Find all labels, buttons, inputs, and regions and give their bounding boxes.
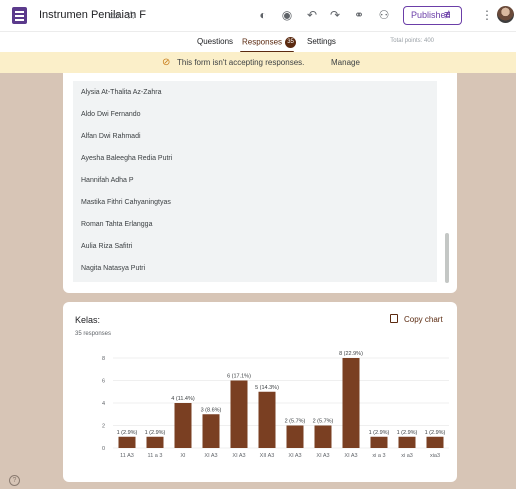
chart-bar [174,403,192,448]
bar-data-label: 8 (22.9%) [339,351,363,357]
preview-eye-icon[interactable]: ◉ [280,8,294,22]
link-icon[interactable]: ⚭ [352,8,366,22]
undo-icon[interactable]: ↶ [305,8,319,22]
chart-bar [370,436,388,448]
avatar[interactable] [497,6,514,23]
names-response-card: Alysia At-Thalita Az-Zahra Aldo Dwi Fern… [63,73,457,293]
published-button[interactable]: Published ≢ [403,6,462,25]
responses-count-badge: 35 [285,37,297,48]
responses-closed-banner: ⊘ This form isn't accepting responses. M… [0,52,516,73]
copy-chart-button[interactable]: Copy chart [390,314,443,324]
tab-responses-label: Responses [242,37,283,47]
list-item-text: Hannifah Adha P [81,177,134,184]
response-count: 35 responses [75,331,112,337]
x-category-label: 11 a 3 [148,453,163,459]
list-item-text: Aulia Riza Safitri [81,243,133,250]
list-item-text: Aldo Dwi Fernando [81,111,141,118]
chart-bar [398,436,416,448]
help-icon[interactable]: ? [9,475,20,486]
star-icon[interactable]: ☆ [124,8,138,22]
list-item-text: Roman Tahta Erlangga [81,221,153,228]
tab-questions[interactable]: Questions [197,37,233,46]
chart-bar [342,358,360,448]
bar-data-label: 2 (5.7%) [285,419,306,425]
x-category-label: XI A3 [204,453,217,459]
y-tick-label: 2 [102,424,105,430]
bar-data-label: 5 (14.3%) [255,385,279,391]
bar-data-label: 1 (2.9%) [369,430,390,436]
bar-data-label: 1 (2.9%) [145,430,166,436]
list-item: Nagita Natasya Putri [73,257,437,282]
add-collaborator-icon[interactable]: ⚇ [377,8,391,22]
y-tick-label: 6 [102,379,105,385]
list-item-text: Ayesha Baleegha Redia Putri [81,155,173,162]
copy-icon [390,314,398,323]
tabs-bar: Questions Responses 35 Settings Total poi… [0,31,516,53]
list-item-text: Alfan Dwi Rahmadi [81,133,141,140]
bar-data-label: 4 (11.4%) [171,396,195,402]
manage-button[interactable]: Manage [331,58,360,67]
list-item-text: Alysia At-Thalita Az-Zahra [81,89,162,96]
chart-bar [426,436,444,448]
more-options-icon[interactable]: ⋮ [481,8,493,22]
x-category-label: XII A3 [260,453,275,459]
tab-responses[interactable]: Responses 35 [242,37,297,48]
bar-data-label: 6 (17.1%) [227,374,251,380]
redo-icon[interactable]: ↷ [328,8,342,22]
x-category-label: XI A3 [316,453,329,459]
total-points: Total points: 400 [390,38,434,44]
chart-bar [258,391,276,448]
kelas-bar-chart: 0 2 4 6 8 1 (2.9%) 11 A3 1 (2.9%) 11 a 3 4 (11.4%… [102,351,449,459]
tab-settings[interactable]: Settings [307,37,336,46]
bar-data-label: 1 (2.9%) [397,430,418,436]
no-responses-icon: ⊘ [162,57,171,68]
bar-data-label: 3 (8.6%) [201,407,222,413]
y-tick-label: 8 [102,356,105,362]
chart-bar [230,380,248,448]
x-category-label: XI A3 [344,453,357,459]
bar-data-label: 1 (2.9%) [425,430,446,436]
x-category-label: XI A3 [288,453,301,459]
list-scrollbar[interactable] [445,233,449,283]
chart-bar [314,425,332,448]
y-tick-label: 0 [102,446,105,452]
question-title: Kelas: [75,315,101,325]
chart-bar [118,436,136,448]
x-category-label: XI A3 [232,453,245,459]
x-category-label: xi a 3 [372,453,385,459]
y-tick-label: 4 [102,401,105,407]
kelas-question-card: Kelas: 35 responses Copy chart 0 2 4 6 8 1 (2… [63,302,457,482]
x-category-label: xia3 [430,453,440,459]
x-category-label: xi a3 [401,453,413,459]
copy-chart-label: Copy chart [404,315,443,324]
chart-bar [146,436,164,448]
bar-data-label: 2 (5.7%) [313,419,334,425]
chart-bar [202,414,220,448]
tune-icon: ≢ [444,9,455,21]
bar-data-label: 1 (2.9%) [117,430,138,436]
palette-icon[interactable]: ◐ [256,8,270,22]
top-bar: Instrumen Penilaian F ▭ ☆ ◐ ◉ ↶ ↷ ⚭ ⚇ Pu… [0,0,516,31]
list-item-text: Nagita Natasya Putri [81,265,146,272]
x-category-label: XI [180,453,186,459]
folder-icon[interactable]: ▭ [107,8,121,22]
chart-bar [286,425,304,448]
forms-app-icon[interactable] [12,7,27,24]
banner-message: This form isn't accepting responses. [177,58,305,67]
x-category-label: 11 A3 [120,453,134,459]
list-item-text: Mastika Fithri Cahyaningtyas [81,199,171,206]
